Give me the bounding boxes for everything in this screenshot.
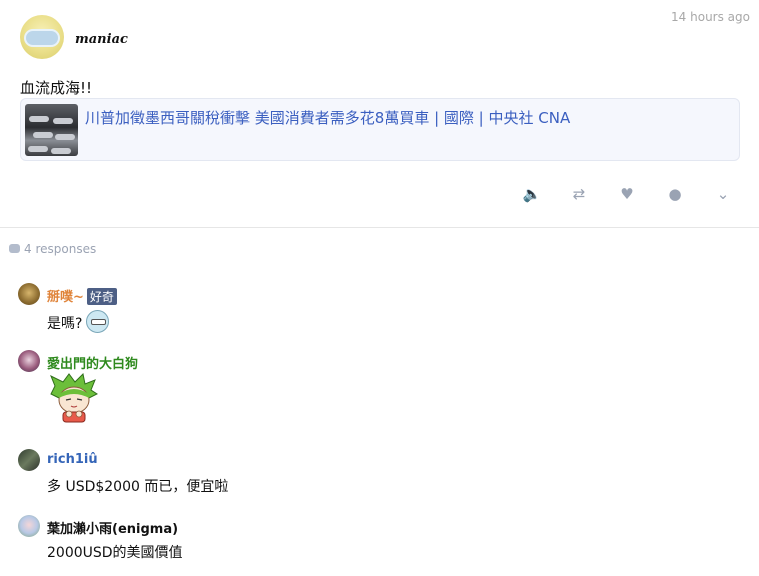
response-username: 愛出門的大白狗 (47, 353, 138, 372)
yotsuba-sticker (50, 372, 98, 423)
avatar[interactable] (18, 283, 40, 305)
link-preview-card[interactable]: 川普加徵墨西哥關稅衝擊 美國消費者需多花8萬買車 | 國際 | 中央社 CNA (20, 98, 740, 161)
username-link[interactable]: 掰噗~ (47, 290, 84, 305)
response-username: rich1iû (47, 452, 98, 467)
response-text-content: 是嗎? (47, 316, 83, 332)
responses-count-label: 4 responses (24, 242, 97, 256)
qualifier-badge: 好奇 (86, 288, 117, 305)
avatar[interactable] (18, 350, 40, 372)
response-username: 掰噗~ 好奇 (47, 286, 117, 305)
chevron-down-icon[interactable]: ⌄ (713, 184, 733, 204)
avatar[interactable] (20, 15, 64, 59)
post-username[interactable]: maniac (75, 32, 128, 47)
globe-icon[interactable]: ● (665, 184, 685, 204)
post-timestamp[interactable]: 14 hours ago (671, 10, 750, 24)
username-link[interactable]: 葉加瀨小雨(enigma) (47, 522, 178, 537)
response-text: 多 USD$2000 而已，便宜啦 (47, 479, 229, 495)
username-link[interactable]: 愛出門的大白狗 (47, 357, 138, 372)
announce-icon[interactable]: 🔈 (522, 184, 542, 204)
link-thumbnail[interactable] (25, 104, 78, 156)
plurk-post: maniac 14 hours ago 血流成海!! 川普加徵墨西哥關稅衝擊 美… (0, 0, 759, 228)
responses-count: 4 responses (9, 242, 96, 256)
link-title[interactable]: 川普加徵墨西哥關稅衝擊 美國消費者需多花8萬買車 | 國際 | 中央社 CNA (85, 107, 570, 128)
response-username: 葉加瀨小雨(enigma) (47, 518, 178, 537)
response-text: 2000USD的美國價值 (47, 545, 183, 561)
username-link[interactable]: rich1iû (47, 452, 98, 467)
avatar[interactable] (18, 515, 40, 537)
response-text: 是嗎? (47, 310, 110, 333)
post-text: 血流成海!! (20, 79, 93, 97)
cloud-image (26, 31, 58, 45)
avatar[interactable] (18, 449, 40, 471)
heart-icon[interactable]: ♥ (617, 184, 637, 204)
emoticon-icon (86, 310, 110, 333)
speech-bubble-icon (9, 244, 20, 253)
repost-icon[interactable]: ⇄ (569, 184, 589, 204)
